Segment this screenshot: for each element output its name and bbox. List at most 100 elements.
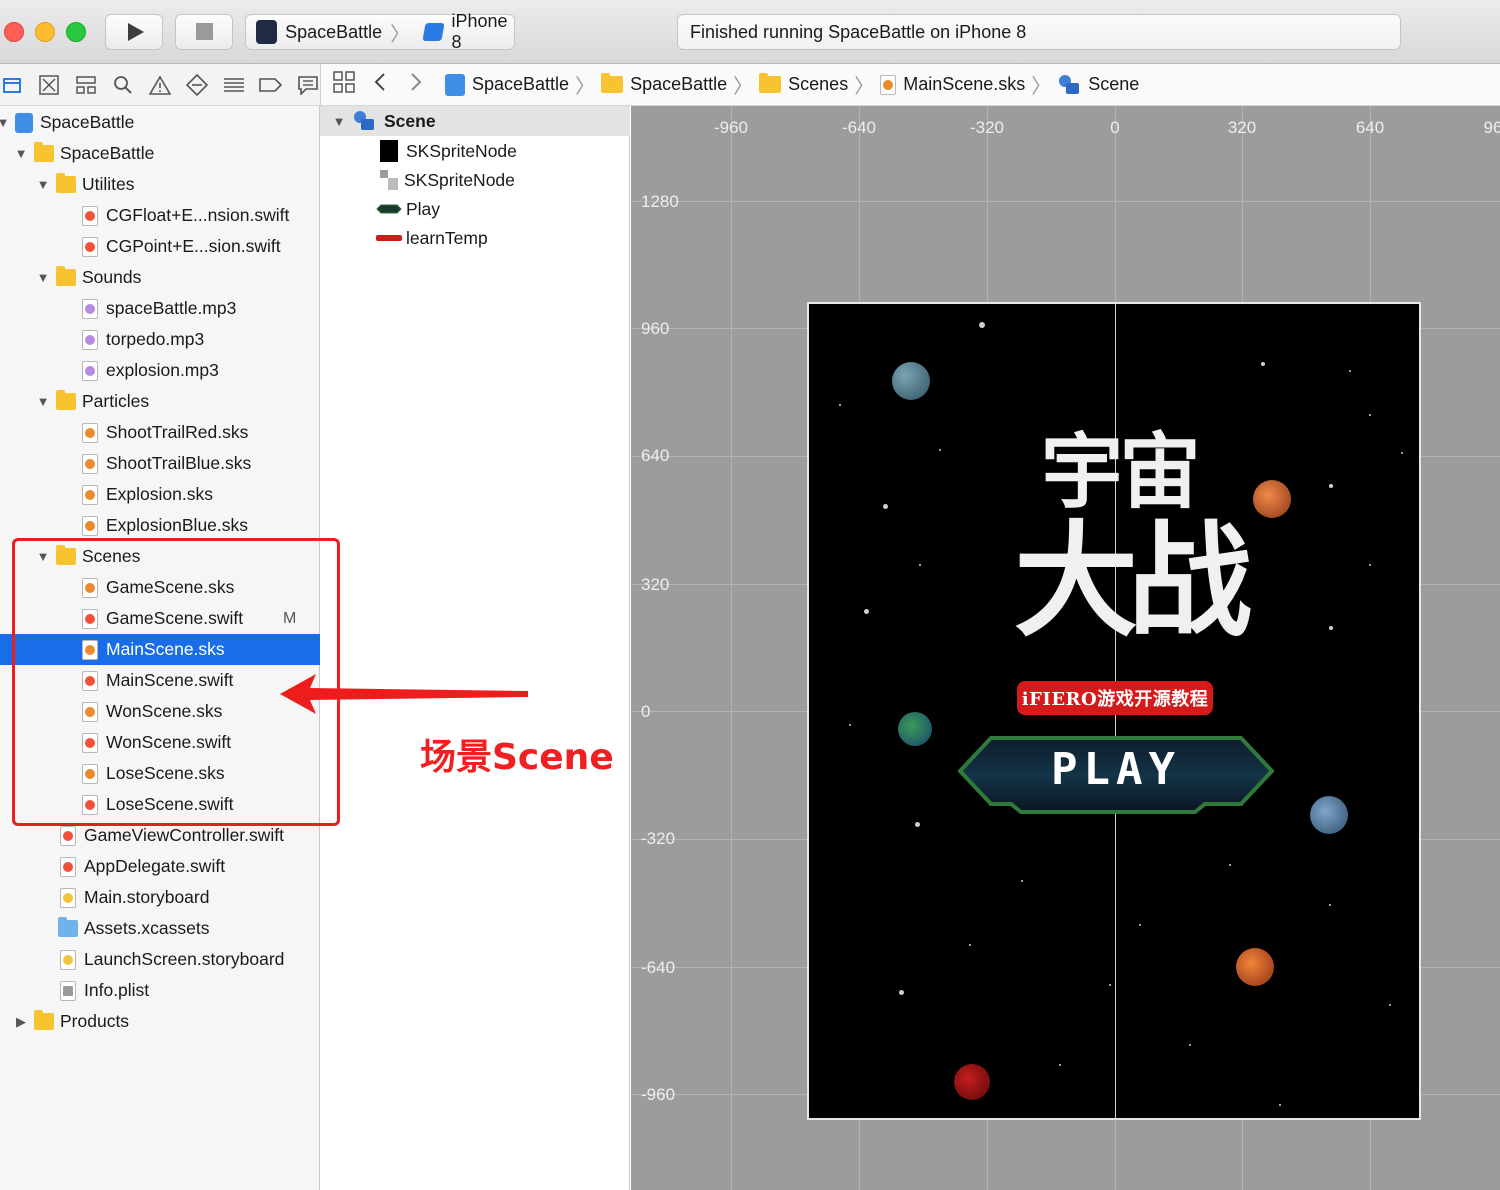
- planet-earth: [898, 712, 932, 746]
- disclosure-triangle-icon[interactable]: ▼: [36, 177, 50, 192]
- crumb-group-scenes[interactable]: Scenes: [759, 73, 849, 95]
- nav-item-file[interactable]: ShootTrailBlue.sks: [0, 448, 320, 479]
- scene-node-icon: [1059, 74, 1080, 94]
- star: [979, 322, 985, 328]
- nav-item-file[interactable]: spaceBattle.mp3: [0, 293, 320, 324]
- debug-navigator-icon[interactable]: [221, 72, 246, 98]
- x-tick-label: 96: [1483, 118, 1500, 137]
- nav-item-label: ExplosionBlue.sks: [106, 515, 249, 535]
- scene-node-icon: [354, 111, 374, 130]
- test-navigator-icon[interactable]: [184, 72, 209, 98]
- nav-item-file[interactable]: explosion.mp3: [0, 355, 320, 386]
- disclosure-triangle-icon[interactable]: ▼: [0, 115, 10, 130]
- forward-button[interactable]: [409, 71, 423, 98]
- find-navigator-icon[interactable]: [111, 72, 136, 98]
- storyboard-file-icon: [58, 949, 78, 970]
- disclosure-triangle-closed-icon[interactable]: ▶: [14, 1014, 28, 1030]
- star: [915, 822, 920, 827]
- navigator-selector-bar: [0, 64, 320, 106]
- audio-file-icon: [80, 298, 100, 319]
- nav-item-file[interactable]: Assets.xcassets: [0, 913, 320, 944]
- crumb-label: Scenes: [788, 74, 849, 94]
- outline-root-scene[interactable]: ▼ Scene: [320, 106, 630, 136]
- chevron-right-icon: 〉: [390, 23, 411, 46]
- scheme-project-label: SpaceBattle: [285, 21, 383, 42]
- crumb-file[interactable]: MainScene.sks: [880, 74, 1025, 95]
- star: [1189, 1044, 1191, 1046]
- disclosure-triangle-icon[interactable]: ▼: [36, 394, 50, 409]
- chevron-right-icon: 〉: [854, 76, 875, 98]
- project-navigator-icon[interactable]: [0, 72, 25, 98]
- star: [1401, 452, 1403, 454]
- star: [1261, 362, 1265, 366]
- outline-node[interactable]: Play: [320, 194, 630, 224]
- jump-bar: SpaceBattle 〉 SpaceBattle 〉 Scenes 〉 Mai…: [320, 64, 1500, 106]
- symbol-navigator-icon[interactable]: [74, 72, 99, 98]
- back-button[interactable]: [373, 71, 387, 98]
- nav-item-group[interactable]: ▼ Particles: [0, 386, 320, 417]
- nav-item-file[interactable]: CGFloat+E...nsion.swift: [0, 200, 320, 231]
- related-items-icon[interactable]: [333, 71, 355, 98]
- crumb-group-spacebattle[interactable]: SpaceBattle: [601, 73, 727, 95]
- star: [969, 944, 971, 946]
- crumb-scene[interactable]: Scene: [1057, 74, 1139, 96]
- nav-item-file[interactable]: Info.plist: [0, 975, 320, 1006]
- nav-item-file[interactable]: CGPoint+E...sion.swift: [0, 231, 320, 262]
- outline-node[interactable]: SKSpriteNode: [320, 165, 630, 195]
- assets-folder-icon: [58, 917, 78, 939]
- folder-icon: [56, 266, 76, 288]
- folder-icon: [759, 73, 782, 93]
- nav-item-file[interactable]: Explosion.sks: [0, 479, 320, 510]
- outline-node[interactable]: SKSpriteNode: [320, 136, 630, 166]
- xcodeproj-icon: [14, 112, 34, 133]
- xcodeproj-icon: [445, 73, 465, 96]
- nav-item-file[interactable]: torpedo.mp3: [0, 324, 320, 355]
- nav-item-project[interactable]: ▼ SpaceBattle: [0, 107, 320, 138]
- close-window-button[interactable]: [4, 22, 24, 42]
- y-tick-label: 640: [641, 446, 670, 465]
- sprite-thumbnail-play-icon: [376, 204, 402, 214]
- x-tick-label: -960: [713, 118, 749, 137]
- outline-node[interactable]: learnTemp: [320, 223, 630, 253]
- star: [1139, 924, 1141, 926]
- crumb-project[interactable]: SpaceBattle: [445, 73, 569, 96]
- breakpoint-navigator-icon[interactable]: [258, 72, 283, 98]
- sprite-thumbnail-banner-icon: [376, 235, 402, 241]
- app-icon: [256, 20, 278, 44]
- stop-button[interactable]: [175, 14, 233, 50]
- source-control-navigator-icon[interactable]: [37, 72, 62, 98]
- nav-item-group[interactable]: ▼ SpaceBattle: [0, 138, 320, 169]
- x-tick-label: -640: [841, 118, 877, 137]
- report-navigator-icon[interactable]: [295, 72, 320, 98]
- nav-item-file[interactable]: LaunchScreen.storyboard: [0, 944, 320, 975]
- nav-item-label: Particles: [82, 391, 150, 411]
- scene-preview[interactable]: 宇宙 大战 iFIERO游戏开源教程 PLAY: [807, 302, 1421, 1120]
- nav-item-file[interactable]: Main.storyboard: [0, 882, 320, 913]
- issue-navigator-icon[interactable]: [148, 72, 173, 98]
- disclosure-triangle-icon[interactable]: ▼: [14, 146, 28, 161]
- status-text: Finished running SpaceBattle on iPhone 8: [690, 22, 1027, 42]
- nav-item-group[interactable]: ▼ Sounds: [0, 262, 320, 293]
- nav-item-file[interactable]: ExplosionBlue.sks: [0, 510, 320, 541]
- zoom-window-button[interactable]: [66, 22, 86, 42]
- run-button[interactable]: [105, 14, 163, 50]
- minimize-window-button[interactable]: [35, 22, 55, 42]
- scene-editor-canvas[interactable]: -960 -640 -320 0 320 640 96 1280 960 640…: [631, 106, 1500, 1190]
- storyboard-file-icon: [58, 887, 78, 908]
- nav-item-group[interactable]: ▼ Utilites: [0, 169, 320, 200]
- folder-icon: [56, 390, 76, 412]
- disclosure-triangle-icon[interactable]: ▼: [332, 114, 346, 129]
- nav-item-group[interactable]: ▶ Products: [0, 1006, 320, 1037]
- nav-item-label: ShootTrailBlue.sks: [106, 453, 252, 473]
- star: [1369, 414, 1371, 416]
- y-tick-label: -640: [641, 958, 676, 977]
- y-tick-label: -960: [641, 1085, 676, 1104]
- disclosure-triangle-icon[interactable]: ▼: [36, 270, 50, 285]
- scheme-selector[interactable]: SpaceBattle 〉 iPhone 8: [245, 11, 515, 52]
- nav-item-label: Sounds: [82, 267, 142, 287]
- nav-item-file[interactable]: AppDelegate.swift: [0, 851, 320, 882]
- nav-item-file[interactable]: ShootTrailRed.sks: [0, 417, 320, 448]
- nav-item-label: torpedo.mp3: [106, 329, 205, 349]
- y-tick-label: 960: [641, 319, 670, 338]
- play-button-label[interactable]: PLAY: [959, 744, 1273, 795]
